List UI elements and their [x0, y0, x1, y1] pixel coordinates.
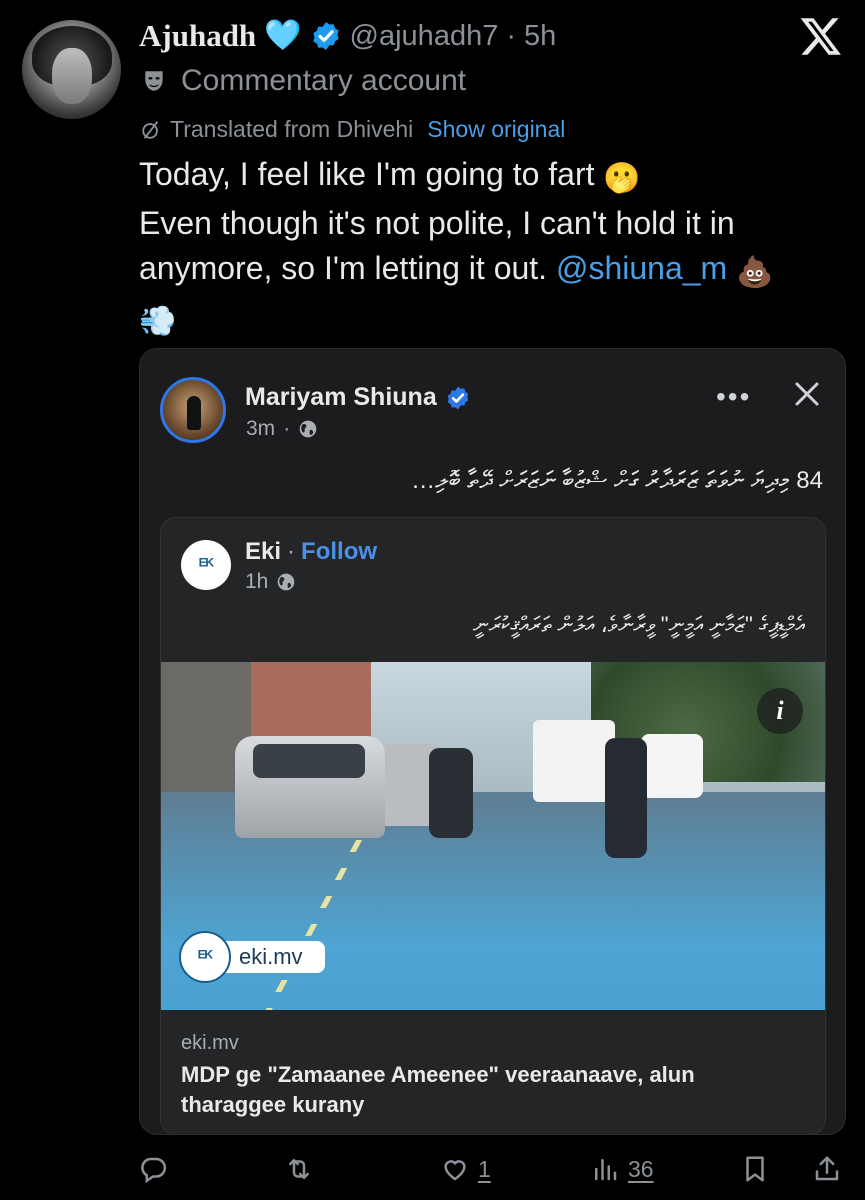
- bookmark-button[interactable]: [740, 1154, 770, 1184]
- like-button[interactable]: 1: [440, 1154, 491, 1184]
- translated-note: Translated from Dhivehi: [170, 116, 414, 142]
- views-count: 36: [628, 1155, 654, 1182]
- verified-icon: [312, 22, 339, 50]
- fb-post-text: 84 މިދިޔަ ނުވަތަ ޒަރަދާރު ގަށް ޝްޒުބާ ނަ…: [411, 467, 823, 494]
- hand-over-mouth-emoji: 🫢: [603, 162, 641, 195]
- eki-watermark-badge: ᴱᴷ eki.mv: [179, 931, 325, 983]
- fb-post-time: 3m: [246, 417, 276, 440]
- eki-badge-text: eki.mv: [217, 941, 325, 973]
- tweet-line-1: Today, I feel like I'm going to fart: [139, 156, 595, 192]
- info-icon: i: [757, 688, 803, 734]
- link-title: MDP ge "Zamaanee Ameenee" veeraanaave, a…: [181, 1062, 695, 1117]
- mask-icon: [145, 71, 163, 91]
- eki-post-time: 1h: [245, 570, 269, 593]
- eki-name-row: Eki · Follow: [245, 538, 377, 566]
- fb-name-row: Mariyam Shiuna: [245, 383, 471, 412]
- eki-badge-logo-text: ᴱᴷ: [198, 946, 213, 967]
- avatar-face: [52, 48, 92, 104]
- globe-icon: [278, 573, 295, 591]
- photo-motorbike: [605, 738, 647, 858]
- shared-link-card: ᴱᴷ Eki · Follow 1h އެމްޑީޕީގެ "ޒަމާނީ އަ…: [160, 517, 826, 1134]
- post-time[interactable]: 5h: [524, 20, 556, 53]
- translation-bar: Translated from Dhivehi Show original: [140, 116, 565, 143]
- repost-button[interactable]: [284, 1154, 314, 1184]
- like-icon: [444, 1160, 466, 1181]
- author-name[interactable]: Ajuhadh: [139, 18, 256, 54]
- fb-profile-avatar: [160, 377, 226, 443]
- share-icon: [815, 1156, 839, 1181]
- bookmark-icon: [746, 1156, 764, 1182]
- fb-post-meta: 3m ·: [246, 417, 318, 441]
- photo-truck: [533, 720, 615, 802]
- more-icon: •••: [716, 381, 752, 412]
- mention-link[interactable]: @shiuna_m: [556, 250, 727, 286]
- views-button[interactable]: 36: [590, 1154, 654, 1184]
- globe-icon: [299, 420, 317, 438]
- show-original-link[interactable]: Show original: [427, 116, 565, 143]
- reply-icon: [141, 1157, 167, 1184]
- author-handle[interactable]: @ajuhadh7: [350, 20, 499, 53]
- tweet-action-bar: 1 36: [0, 1150, 865, 1194]
- poop-emoji: 💩: [736, 256, 774, 289]
- translate-icon: [142, 120, 159, 139]
- eki-post-text: އެމްޑީޕީގެ "ޒަމާނީ އަމީނީ" ވީރާނާވެ، އަލ…: [472, 612, 805, 637]
- eki-page-name: Eki: [245, 538, 282, 565]
- dash-emoji: 💨: [139, 305, 177, 338]
- photo-motorbike: [429, 748, 473, 838]
- photo-van: [641, 734, 703, 798]
- fb-profile-name: Mariyam Shiuna: [245, 383, 437, 411]
- meta-dot: ·: [283, 417, 291, 440]
- tweet-text: Today, I feel like I'm going to fart 🫢 E…: [139, 152, 839, 344]
- author-avatar[interactable]: [22, 20, 121, 119]
- time-separator: ·: [506, 19, 516, 52]
- avatar-figure: [187, 396, 201, 430]
- author-row: Ajuhadh 🩵 @ajuhadh7 · 5h: [139, 14, 556, 58]
- quoted-post-image[interactable]: Mariyam Shiuna 3m · ••• 84 މިދިޔަ ނުވަތަ…: [139, 348, 846, 1135]
- eki-logo-text: ᴱᴷ: [199, 554, 214, 575]
- share-button[interactable]: [812, 1154, 842, 1184]
- follow-link: Follow: [301, 538, 378, 565]
- like-count: 1: [478, 1155, 491, 1182]
- photo-car-window: [253, 744, 365, 778]
- commentary-account-text: Commentary account: [181, 64, 467, 97]
- repost-icon: [289, 1159, 309, 1179]
- eki-post-meta: 1h: [245, 570, 296, 594]
- views-icon: [595, 1159, 617, 1181]
- light-blue-heart-icon: 🩵: [264, 19, 302, 52]
- commentary-label: Commentary account: [141, 64, 466, 98]
- eki-logo: ᴱᴷ: [181, 540, 231, 590]
- close-icon: [795, 382, 819, 406]
- eki-badge-logo: ᴱᴷ: [179, 931, 231, 983]
- eki-dot: ·: [287, 538, 296, 565]
- reply-button[interactable]: [138, 1154, 168, 1184]
- verified-icon: [447, 386, 469, 409]
- link-domain: eki.mv: [181, 1032, 239, 1054]
- x-logo-icon[interactable]: [799, 14, 843, 58]
- street-photo: i ᴱᴷ eki.mv: [161, 662, 825, 1010]
